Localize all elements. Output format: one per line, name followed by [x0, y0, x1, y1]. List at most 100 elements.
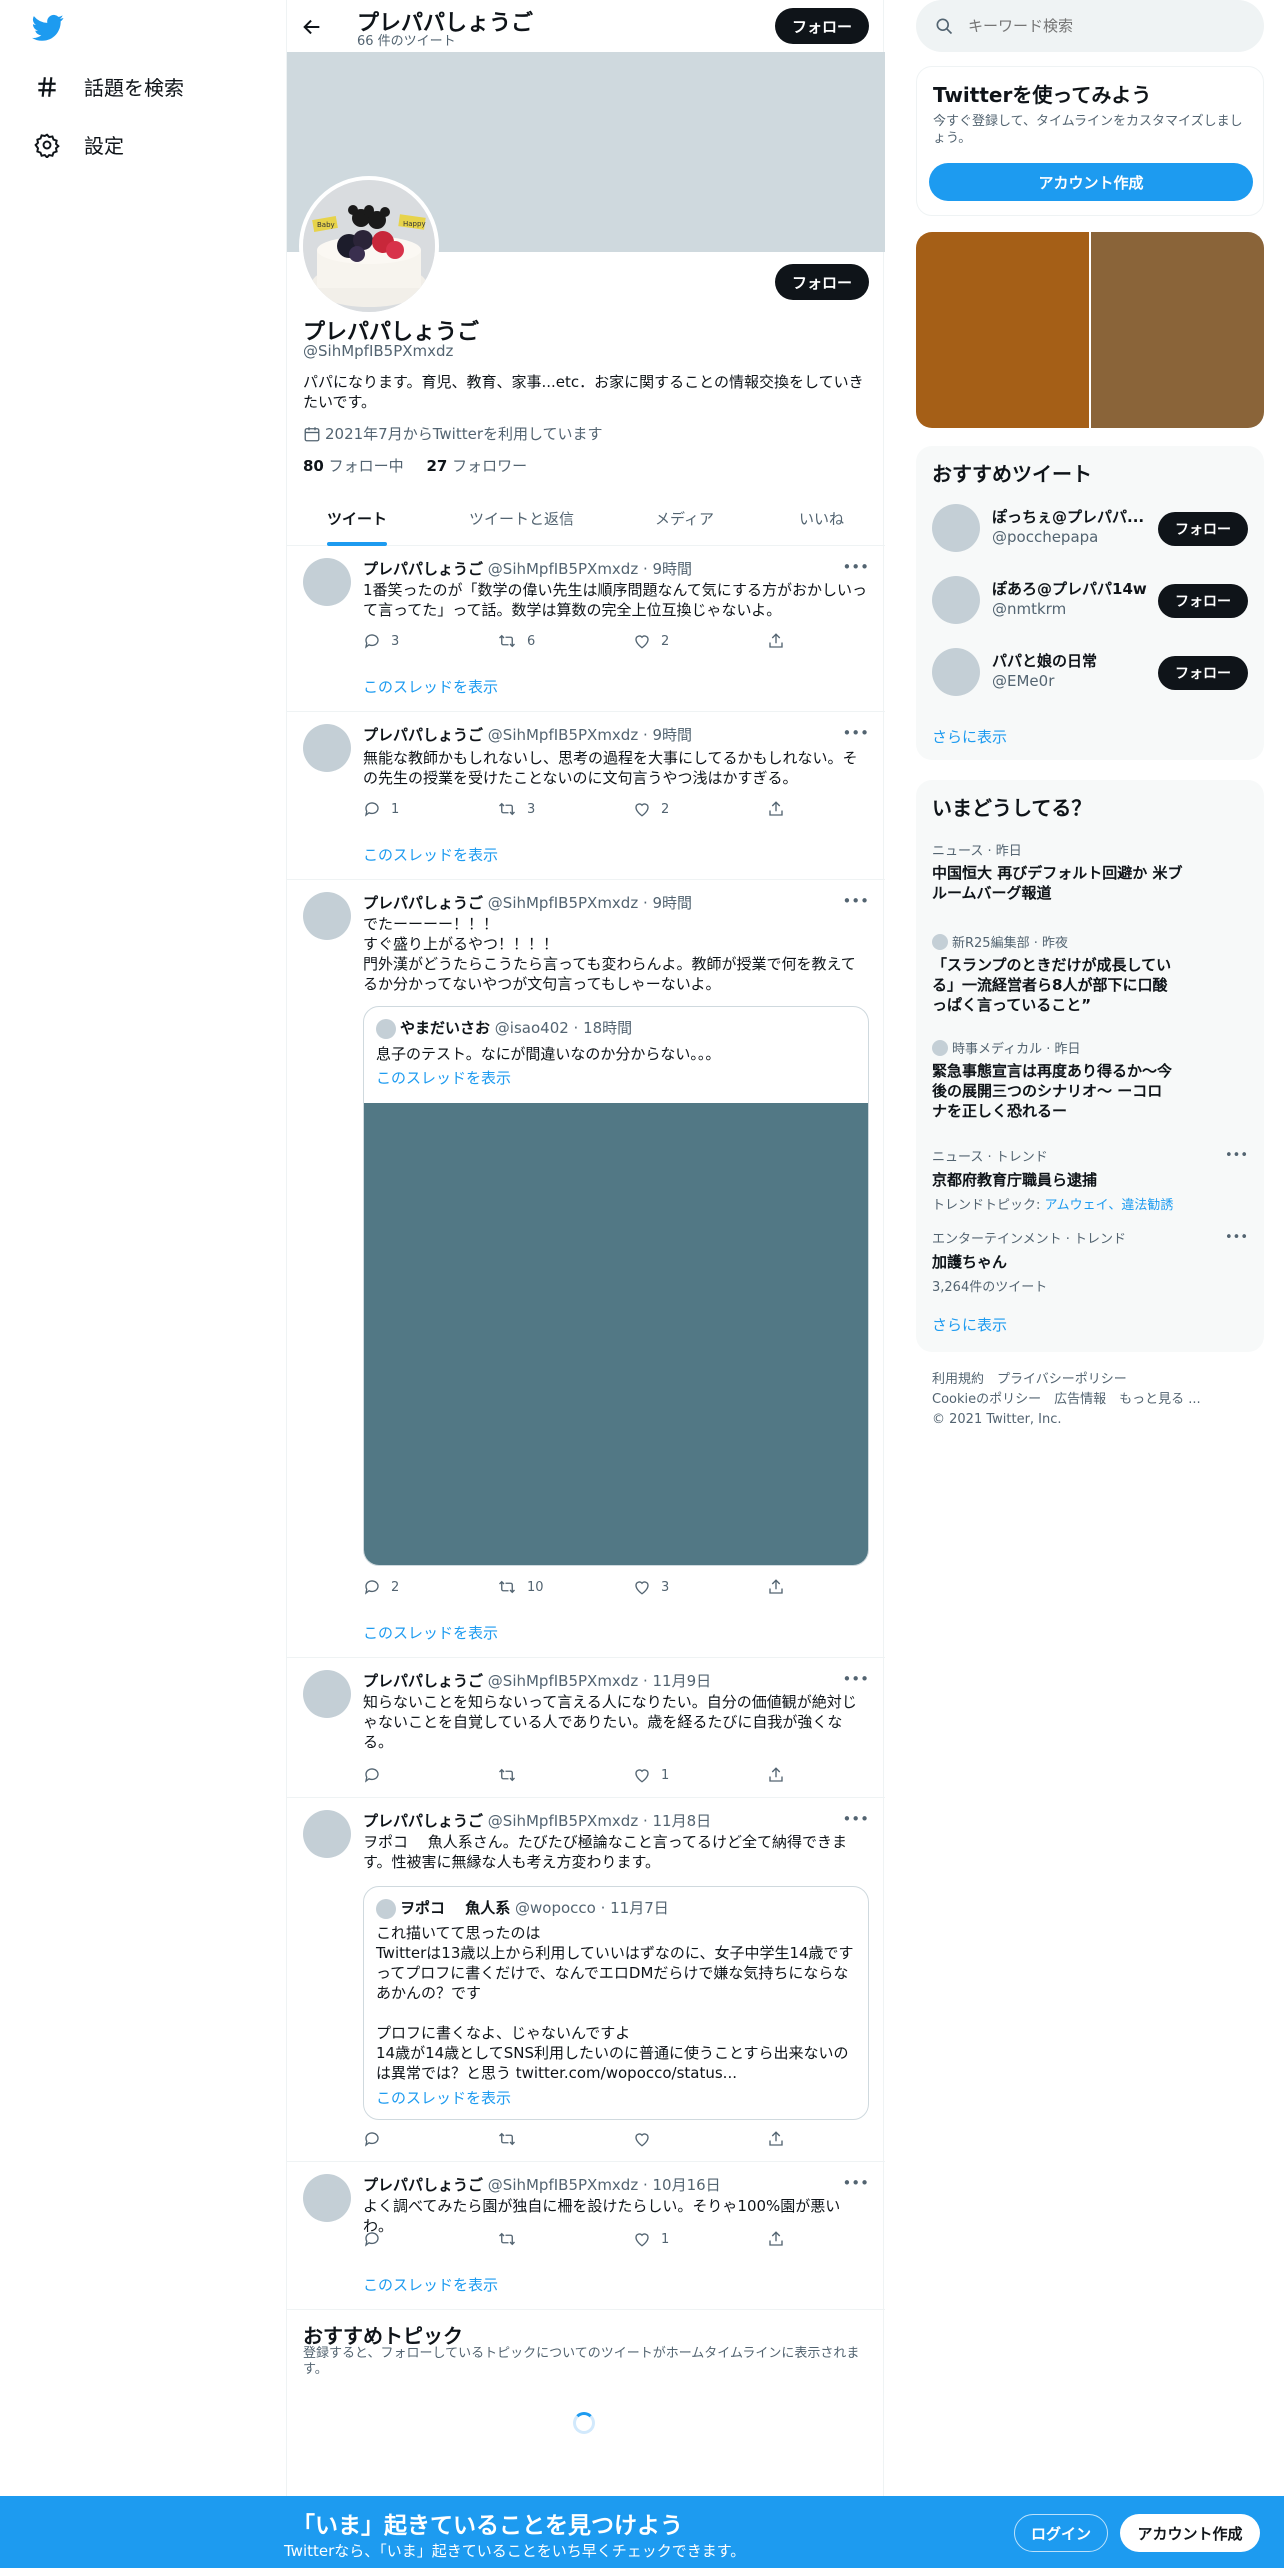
- avatar[interactable]: [303, 892, 351, 940]
- quote-show-thread[interactable]: このスレッドを表示: [376, 1067, 511, 1088]
- tweet-author[interactable]: プレパパしょうご: [363, 726, 483, 744]
- login-button[interactable]: ログイン: [1014, 2514, 1108, 2552]
- follow-button[interactable]: フォロー: [1158, 584, 1248, 618]
- follow-button[interactable]: フォロー: [1158, 656, 1248, 690]
- signup-button[interactable]: アカウント作成: [929, 163, 1253, 201]
- avatar[interactable]: [303, 2174, 351, 2222]
- tweet[interactable]: プレパパしょうご @SihMpfIB5PXmxdz · 9時間 ••• 1番笑っ…: [287, 546, 885, 712]
- profile-follow-button[interactable]: フォロー: [775, 264, 869, 300]
- reply-button[interactable]: [363, 2230, 381, 2248]
- reply-button[interactable]: [363, 2130, 381, 2148]
- tweet-text: 無能な教師かもしれないし、思考の過程を大事にしてるかもしれない。その先生の授業を…: [363, 749, 858, 787]
- reply-button[interactable]: 2: [363, 1578, 399, 1596]
- avatar[interactable]: [932, 648, 980, 696]
- avatar[interactable]: [932, 504, 980, 552]
- retweet-button[interactable]: 6: [497, 632, 535, 650]
- tweet-author[interactable]: プレパパしょうご: [363, 2176, 483, 2194]
- tab-tweets-replies[interactable]: ツイートと返信: [469, 508, 574, 529]
- trend-item[interactable]: 時事メディカル · 昨日 緊急事態宣言は再度あり得るか～今後の展開三つのシナリオ…: [932, 1038, 1248, 1121]
- share-button[interactable]: [767, 2230, 785, 2248]
- footer-line-2[interactable]: Cookieのポリシー 広告情報 もっと見る ...: [932, 1390, 1201, 1410]
- media-thumbnail[interactable]: [916, 232, 1089, 428]
- like-button[interactable]: 2: [633, 632, 669, 650]
- tweet-author[interactable]: プレパパしょうご: [363, 560, 483, 578]
- share-button[interactable]: [767, 2130, 785, 2148]
- tweet-author[interactable]: プレパパしょうご: [363, 1672, 483, 1690]
- share-button[interactable]: [767, 1766, 785, 1784]
- reply-button[interactable]: 1: [363, 800, 399, 818]
- nav-item-settings[interactable]: 設定: [34, 130, 124, 159]
- trends-show-more[interactable]: さらに表示: [932, 1314, 1007, 1335]
- avatar[interactable]: [303, 1670, 351, 1718]
- tweet[interactable]: プレパパしょうご @SihMpfIB5PXmxdz · 11月9日 ••• 知ら…: [287, 1658, 885, 1798]
- more-icon[interactable]: •••: [842, 1670, 869, 1688]
- search-box[interactable]: [916, 0, 1264, 52]
- twitter-logo-icon[interactable]: [32, 14, 64, 46]
- more-icon[interactable]: •••: [842, 558, 869, 576]
- bottom-signup-button[interactable]: アカウント作成: [1120, 2514, 1260, 2552]
- like-button[interactable]: 1: [633, 2230, 669, 2248]
- suggested-user[interactable]: パパと娘の日常 @EMe0r フォロー: [932, 642, 1248, 702]
- avatar[interactable]: [303, 724, 351, 772]
- retweet-button[interactable]: 10: [497, 1578, 544, 1596]
- retweet-button[interactable]: [497, 2130, 517, 2148]
- tab-media[interactable]: メディア: [655, 508, 714, 529]
- show-thread-link[interactable]: このスレッドを表示: [363, 2274, 498, 2295]
- avatar[interactable]: [303, 1810, 351, 1858]
- more-icon[interactable]: •••: [1225, 1148, 1248, 1163]
- more-icon[interactable]: •••: [842, 2174, 869, 2192]
- share-button[interactable]: [767, 1578, 785, 1596]
- tweet[interactable]: プレパパしょうご @SihMpfIB5PXmxdz · 9時間 ••• でたーー…: [287, 880, 885, 1658]
- retweet-button[interactable]: 3: [497, 800, 535, 818]
- like-button[interactable]: [633, 2130, 651, 2148]
- like-button[interactable]: 2: [633, 800, 669, 818]
- topbar-follow-button[interactable]: フォロー: [775, 8, 869, 44]
- reply-button[interactable]: [363, 1766, 381, 1784]
- footer-line-1[interactable]: 利用規約 プライバシーポリシー: [932, 1370, 1201, 1390]
- share-button[interactable]: [767, 800, 785, 818]
- suggested-user[interactable]: ぽっちぇ@プレパパ... @pocchepapa フォロー: [932, 498, 1248, 558]
- suggested-user[interactable]: ぽあろ@プレパパ14w @nmtkrm フォロー: [932, 570, 1248, 630]
- reply-button[interactable]: 3: [363, 632, 399, 650]
- retweet-button[interactable]: [497, 2230, 517, 2248]
- back-arrow-icon[interactable]: [301, 16, 323, 42]
- quoted-tweet[interactable]: やまだいさお @isao402 · 18時間 息子のテスト。なにが間違いなのか分…: [363, 1006, 869, 1566]
- avatar[interactable]: [303, 558, 351, 606]
- trend-item[interactable]: ニュース · トレンド 京都府教育庁職員ら逮捕 トレンドトピック: アムウェイ、…: [932, 1146, 1248, 1213]
- profile-avatar[interactable]: Baby Happy: [299, 176, 439, 316]
- search-input[interactable]: [966, 12, 1246, 40]
- tweet[interactable]: プレパパしょうご @SihMpfIB5PXmxdz · 11月8日 ••• ヲポ…: [287, 1798, 885, 2162]
- retweet-button[interactable]: [497, 1766, 517, 1784]
- trend-topic-link[interactable]: アムウェイ、違法勧誘: [1045, 1198, 1174, 1213]
- suggest-show-more[interactable]: さらに表示: [932, 726, 1007, 747]
- tweet[interactable]: プレパパしょうご @SihMpfIB5PXmxdz · 10月16日 ••• よ…: [287, 2162, 885, 2310]
- tweet-author[interactable]: プレパパしょうご: [363, 1812, 483, 1830]
- followers-link[interactable]: 27 フォロワー: [426, 457, 527, 475]
- more-icon[interactable]: •••: [842, 724, 869, 742]
- media-thumbnails[interactable]: [916, 232, 1264, 428]
- tweet[interactable]: プレパパしょうご @SihMpfIB5PXmxdz · 9時間 ••• 無能な教…: [287, 712, 885, 880]
- nav-item-explore[interactable]: 話題を検索: [34, 72, 184, 101]
- trend-item[interactable]: 新R25編集部 · 昨夜 「スランプのときだけが成長している」一流経営者ら8人が…: [932, 932, 1248, 1015]
- more-icon[interactable]: •••: [1225, 1230, 1248, 1245]
- share-button[interactable]: [767, 632, 785, 650]
- like-button[interactable]: 1: [633, 1766, 669, 1784]
- tweet-author[interactable]: プレパパしょうご: [363, 894, 483, 912]
- quoted-tweet[interactable]: ヲポコ 魚人系 @wopocco · 11月7日 これ描いてて思ったのは Twi…: [363, 1886, 869, 2120]
- trend-item[interactable]: ニュース · 昨日 中国恒大 再びデフォルト回避か 米ブルームバーグ報道: [932, 840, 1248, 903]
- show-thread-link[interactable]: このスレッドを表示: [363, 676, 498, 697]
- show-thread-link[interactable]: このスレッドを表示: [363, 1622, 498, 1643]
- quote-media-image[interactable]: [364, 1103, 868, 1565]
- tab-tweets[interactable]: ツイート: [327, 508, 387, 529]
- tab-likes[interactable]: いいね: [799, 508, 844, 529]
- more-icon[interactable]: •••: [842, 1810, 869, 1828]
- trend-item[interactable]: エンターテインメント · トレンド 加護ちゃん 3,264件のツイート •••: [932, 1228, 1248, 1295]
- follow-button[interactable]: フォロー: [1158, 512, 1248, 546]
- show-thread-link[interactable]: このスレッドを表示: [363, 844, 498, 865]
- media-thumbnail[interactable]: [1091, 232, 1264, 428]
- avatar[interactable]: [932, 576, 980, 624]
- quote-show-thread[interactable]: このスレッドを表示: [376, 2087, 511, 2108]
- following-link[interactable]: 80 フォロー中: [303, 457, 404, 475]
- like-button[interactable]: 3: [633, 1578, 669, 1596]
- more-icon[interactable]: •••: [842, 892, 869, 910]
